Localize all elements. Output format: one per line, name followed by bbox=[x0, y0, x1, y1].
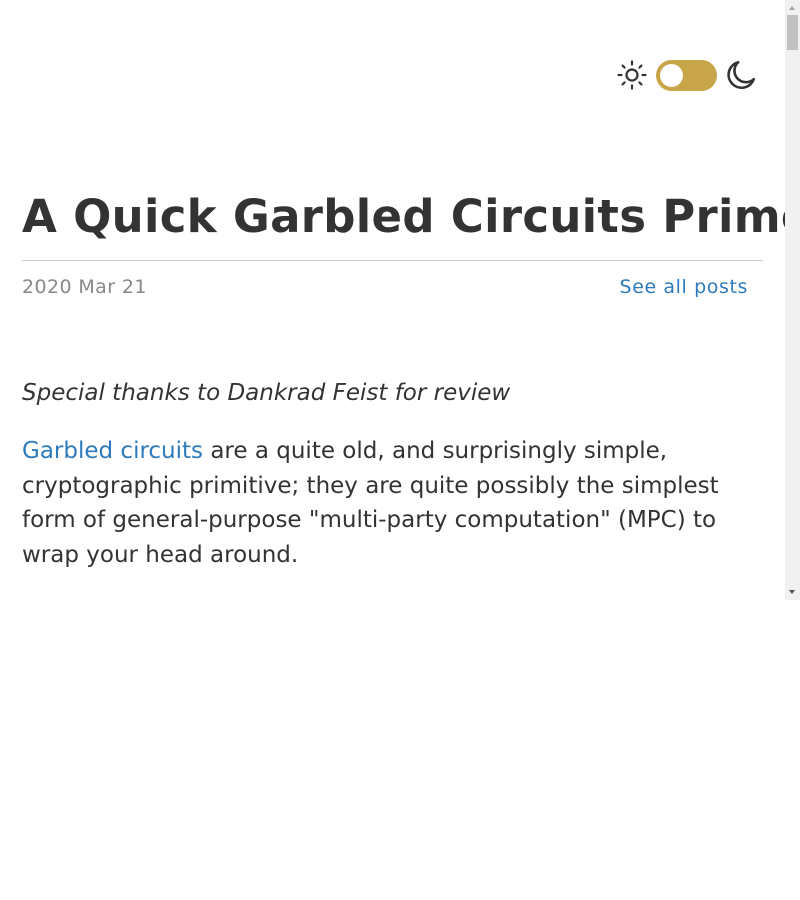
title-divider bbox=[22, 260, 763, 261]
moon-icon bbox=[727, 60, 756, 90]
acknowledgement: Special thanks to Dankrad Feist for revi… bbox=[22, 380, 511, 406]
intro-paragraph: Garbled circuits are a quite old, and su… bbox=[22, 434, 767, 573]
theme-toggle bbox=[616, 59, 757, 91]
sun-icon bbox=[617, 60, 647, 90]
page-title: A Quick Garbled Circuits Primer bbox=[22, 190, 785, 243]
scroll-up-arrow-icon[interactable] bbox=[789, 6, 795, 10]
page-viewport: A Quick Garbled Circuits Primer 2020 Mar… bbox=[0, 0, 785, 600]
theme-switch-knob bbox=[660, 63, 683, 87]
vertical-scrollbar[interactable] bbox=[785, 0, 800, 600]
see-all-posts-link[interactable]: See all posts bbox=[620, 274, 748, 300]
theme-switch[interactable] bbox=[656, 59, 717, 91]
scroll-down-arrow-icon[interactable] bbox=[789, 590, 795, 594]
garbled-circuits-link[interactable]: Garbled circuits bbox=[22, 438, 203, 464]
scrollbar-thumb[interactable] bbox=[787, 15, 798, 50]
post-date: 2020 Mar 21 bbox=[22, 276, 147, 298]
